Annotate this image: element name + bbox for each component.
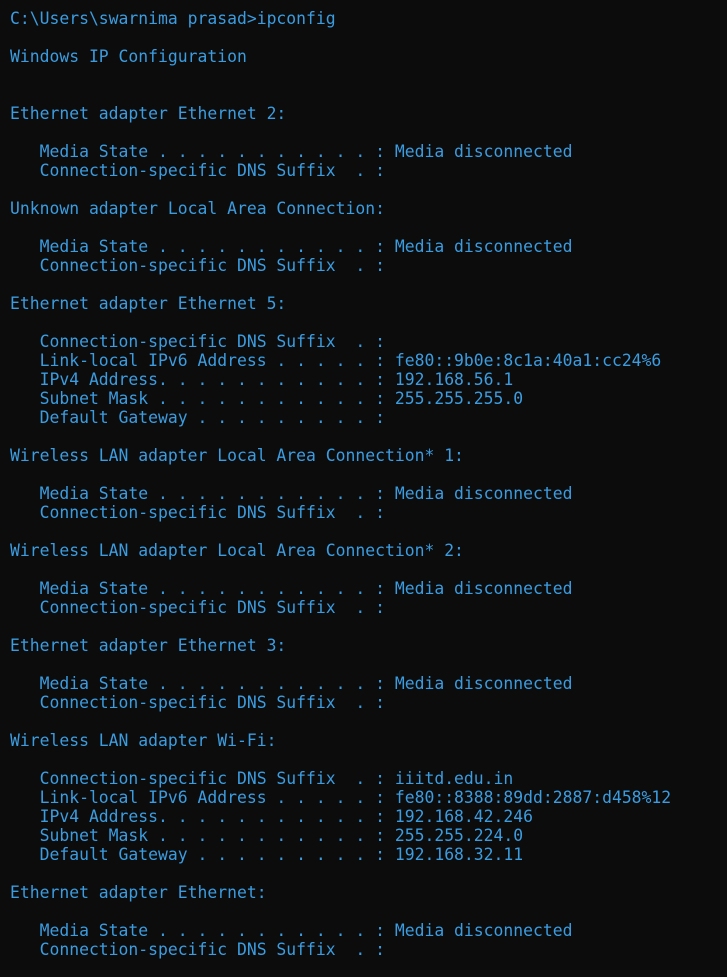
config-entry-line: Connection-specific DNS Suffix . :	[10, 598, 385, 617]
config-entry-line: Subnet Mask . . . . . . . . . . . : 255.…	[10, 826, 524, 845]
config-entry-line: IPv4 Address. . . . . . . . . . . : 192.…	[10, 807, 534, 826]
config-entry-line: Subnet Mask . . . . . . . . . . . : 255.…	[10, 389, 524, 408]
config-entry-line: Default Gateway . . . . . . . . . :	[10, 408, 385, 427]
config-entry-line: Default Gateway . . . . . . . . . : 192.…	[10, 845, 524, 864]
config-entry-line: Link-local IPv6 Address . . . . . : fe80…	[10, 788, 672, 807]
terminal-window[interactable]: C:\Users\swarnima prasad>ipconfig Windows…	[0, 0, 727, 977]
command-prompt-line: C:\Users\swarnima prasad>ipconfig	[10, 9, 336, 28]
section-header: Ethernet adapter Ethernet 2:	[10, 104, 287, 123]
section-header: Ethernet adapter Ethernet 3:	[10, 636, 287, 655]
section-header: Wireless LAN adapter Local Area Connecti…	[10, 446, 464, 465]
config-entry-line: Connection-specific DNS Suffix . :	[10, 256, 385, 275]
config-entry-line: Connection-specific DNS Suffix . :	[10, 503, 385, 522]
section-header: Wireless LAN adapter Wi-Fi:	[10, 731, 277, 750]
section-header: Windows IP Configuration	[10, 47, 247, 66]
config-entry-line: Connection-specific DNS Suffix . :	[10, 332, 385, 351]
config-entry-line: Connection-specific DNS Suffix . :	[10, 693, 385, 712]
config-entry-line: Media State . . . . . . . . . . . : Medi…	[10, 921, 573, 940]
config-entry-line: Link-local IPv6 Address . . . . . : fe80…	[10, 351, 662, 370]
config-entry-line: Media State . . . . . . . . . . . : Medi…	[10, 484, 573, 503]
section-header: Ethernet adapter Ethernet 5:	[10, 294, 287, 313]
section-header: Unknown adapter Local Area Connection:	[10, 199, 385, 218]
config-entry-line: Media State . . . . . . . . . . . : Medi…	[10, 142, 573, 161]
section-header: Ethernet adapter Ethernet:	[10, 883, 267, 902]
config-entry-line: Media State . . . . . . . . . . . : Medi…	[10, 579, 573, 598]
config-entry-line: Connection-specific DNS Suffix . :	[10, 940, 385, 959]
config-entry-line: Connection-specific DNS Suffix . :	[10, 161, 385, 180]
config-entry-line: Connection-specific DNS Suffix . : iiitd…	[10, 769, 514, 788]
config-entry-line: IPv4 Address. . . . . . . . . . . : 192.…	[10, 370, 514, 389]
config-entry-line: Media State . . . . . . . . . . . : Medi…	[10, 237, 573, 256]
config-entry-line: Media State . . . . . . . . . . . : Medi…	[10, 674, 573, 693]
section-header: Wireless LAN adapter Local Area Connecti…	[10, 541, 464, 560]
